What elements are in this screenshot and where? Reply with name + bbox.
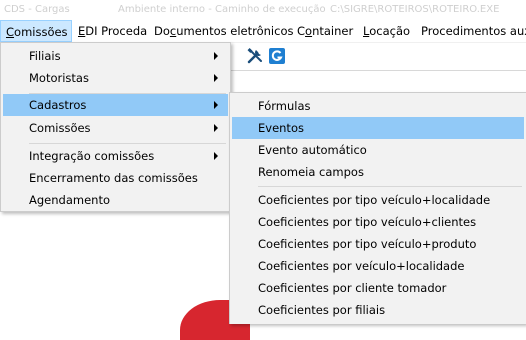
menu-edi-proceda-label: EDI Proceda xyxy=(78,24,148,38)
menu-item-cadastros[interactable]: Cadastros xyxy=(3,94,228,116)
menu-item-integracao-comissoes[interactable]: Integração comissões xyxy=(3,145,228,167)
window-title-bar: CDS - Cargas Ambiente interno - Caminho … xyxy=(0,0,526,20)
submenu-arrow-icon xyxy=(214,124,218,132)
menu-comissoes[interactable]: Comissões xyxy=(0,20,72,42)
submenu-item-renomeia-campos-label: Renomeia campos xyxy=(258,165,364,179)
submenu-item-coef-veiculo-localidade-label: Coeficientes por veículo+localidade xyxy=(258,259,465,273)
menu-locacao[interactable]: Locação xyxy=(359,20,414,42)
menu-item-agendamento[interactable]: Agendamento xyxy=(3,189,228,211)
menu-item-encerramento-comissoes[interactable]: Encerramento das comissões xyxy=(3,167,228,189)
menu-item-integracao-comissoes-label: Integração comissões xyxy=(29,149,155,163)
cadastros-submenu: Fórmulas Eventos Evento automático Renom… xyxy=(229,92,526,324)
menu-item-comissoes-label: Comissões xyxy=(29,121,91,135)
submenu-item-formulas[interactable]: Fórmulas xyxy=(232,95,524,117)
submenu-item-evento-automatico-label: Evento automático xyxy=(258,143,367,157)
menu-item-encerramento-comissoes-label: Encerramento das comissões xyxy=(29,171,198,185)
submenu-item-coef-tipo-veiculo-clientes-label: Coeficientes por tipo veículo+clientes xyxy=(258,215,477,229)
submenu-item-coef-cliente-tomador-label: Coeficientes por cliente tomador xyxy=(258,281,447,295)
submenu-item-coef-tipo-veiculo-produto[interactable]: Coeficientes por tipo veículo+produto xyxy=(232,233,524,255)
menu-separator xyxy=(258,186,522,187)
menu-edi-proceda[interactable]: EDI Proceda xyxy=(74,20,151,42)
menu-item-filiais[interactable]: Filiais xyxy=(3,45,228,67)
refresh-g-icon[interactable] xyxy=(268,47,286,65)
window-title-path: C:\SIGRE\ROTEIROS\ROTEIRO.EXE xyxy=(330,4,500,15)
menu-item-comissoes[interactable]: Comissões xyxy=(3,117,228,139)
menu-item-motoristas[interactable]: Motoristas xyxy=(3,67,228,89)
submenu-item-eventos-label: Eventos xyxy=(258,121,304,135)
submenu-arrow-icon xyxy=(214,152,218,160)
menu-bar: Comissões EDI Proceda Documentos eletrôn… xyxy=(0,20,526,43)
submenu-item-coef-filiais-label: Coeficientes por filiais xyxy=(258,303,386,317)
menu-item-cadastros-label: Cadastros xyxy=(29,98,87,112)
submenu-item-evento-automatico[interactable]: Evento automático xyxy=(232,139,524,161)
submenu-item-coef-cliente-tomador[interactable]: Coeficientes por cliente tomador xyxy=(232,277,524,299)
submenu-item-eventos[interactable]: Eventos xyxy=(232,117,524,139)
toolbar-divider xyxy=(228,70,526,71)
submenu-arrow-icon xyxy=(214,52,218,60)
menu-locacao-label: Locação xyxy=(363,24,411,38)
submenu-item-formulas-label: Fórmulas xyxy=(258,99,311,113)
menu-item-motoristas-label: Motoristas xyxy=(29,71,89,85)
menu-documentos-eletronicos-label: Documentos eletrônicos xyxy=(154,24,294,38)
submenu-item-renomeia-campos[interactable]: Renomeia campos xyxy=(232,161,524,183)
menu-documentos-eletronicos[interactable]: Documentos eletrônicos xyxy=(150,20,297,42)
menu-separator xyxy=(29,143,226,144)
comissoes-dropdown-menu: Filiais Motoristas Cadastros Comissões I… xyxy=(0,42,231,212)
submenu-item-coef-filiais[interactable]: Coeficientes por filiais xyxy=(232,299,524,321)
menu-container[interactable]: Container xyxy=(293,20,357,42)
tools-icon[interactable] xyxy=(246,47,264,65)
submenu-item-coef-tipo-veiculo-localidade-label: Coeficientes por tipo veículo+localidade xyxy=(258,193,491,207)
submenu-item-coef-tipo-veiculo-localidade[interactable]: Coeficientes por tipo veículo+localidade xyxy=(232,189,524,211)
menu-comissoes-label: Comissões xyxy=(6,25,68,39)
window-title-environment: Ambiente interno - Caminho de execução xyxy=(118,4,326,15)
submenu-arrow-icon xyxy=(214,101,218,109)
menu-container-label: Container xyxy=(297,24,354,38)
menu-procedimentos-auxiliares[interactable]: Procedimentos auxi xyxy=(417,20,526,42)
menu-item-filiais-label: Filiais xyxy=(29,49,61,63)
menu-procedimentos-auxiliares-label: Procedimentos auxi xyxy=(421,24,526,38)
menu-item-agendamento-label: Agendamento xyxy=(29,193,110,207)
submenu-item-coef-veiculo-localidade[interactable]: Coeficientes por veículo+localidade xyxy=(232,255,524,277)
submenu-item-coef-tipo-veiculo-clientes[interactable]: Coeficientes por tipo veículo+clientes xyxy=(232,211,524,233)
window-title-app: CDS - Cargas xyxy=(4,4,70,15)
submenu-arrow-icon xyxy=(214,74,218,82)
submenu-item-coef-tipo-veiculo-produto-label: Coeficientes por tipo veículo+produto xyxy=(258,237,477,251)
